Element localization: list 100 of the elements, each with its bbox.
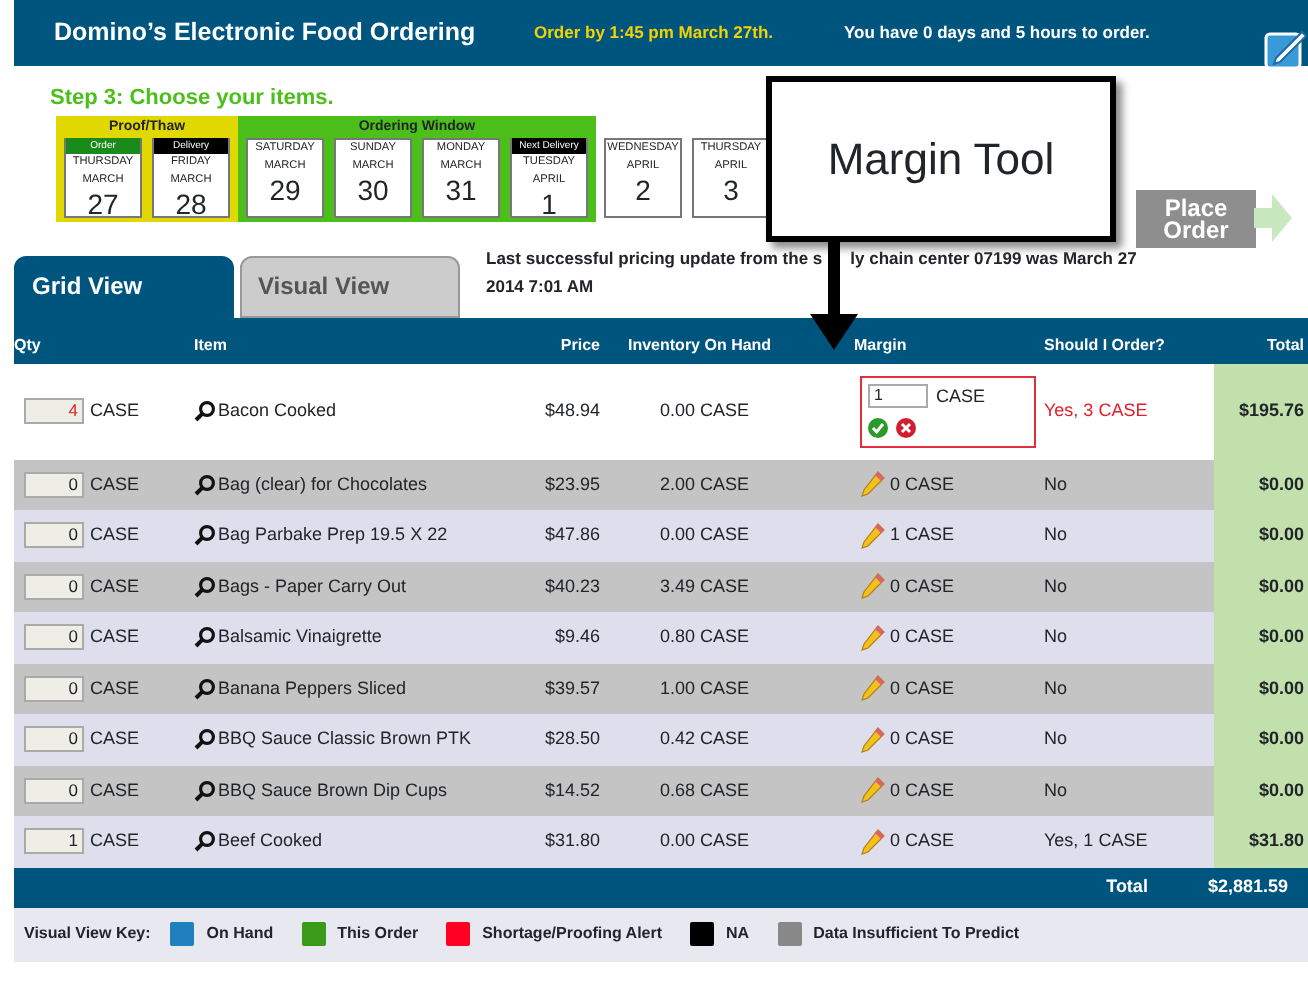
qty-field[interactable]: 0 bbox=[24, 522, 84, 549]
close-icon[interactable] bbox=[896, 418, 916, 438]
item-name: Bag (clear) for Chocolates bbox=[218, 471, 428, 498]
item-name: Bag Parbake Prep 19.5 X 22 bbox=[218, 522, 448, 548]
qty-field[interactable]: 0 bbox=[24, 624, 84, 651]
margin-value: 0 CASE bbox=[890, 777, 955, 803]
search-icon[interactable] bbox=[194, 524, 216, 547]
unit-label: CASE bbox=[90, 522, 140, 548]
qty-field[interactable]: 4 bbox=[24, 398, 84, 424]
legend-label: This Order bbox=[337, 922, 419, 946]
inventory-cell-text: 0.42 CASE bbox=[658, 726, 752, 752]
total-cell: $31.80 bbox=[1214, 816, 1308, 867]
total-cell: $0.00 bbox=[1214, 561, 1308, 612]
price-cell-text: $9.46 bbox=[552, 624, 602, 650]
search-icon[interactable] bbox=[194, 830, 216, 853]
search-icon[interactable] bbox=[194, 400, 216, 422]
item-name: Banana Peppers Sliced bbox=[218, 675, 407, 702]
item-name: Beef Cooked bbox=[218, 828, 323, 854]
edit-icon[interactable] bbox=[1264, 26, 1308, 70]
search-icon[interactable] bbox=[194, 677, 216, 700]
price-cell-text: $39.57 bbox=[542, 675, 602, 701]
legend-label: Data Insufficient To Predict bbox=[813, 922, 1020, 946]
view-tab[interactable]: Grid View bbox=[14, 255, 234, 317]
inventory-cell-text: 1.00 CASE bbox=[658, 675, 752, 701]
unit-label: CASE bbox=[90, 573, 140, 599]
inventory-cell-text: 3.49 CASE bbox=[658, 573, 752, 599]
countdown-text: You have 0 days and 5 hours to order. bbox=[844, 20, 1150, 46]
unit-label: CASE bbox=[90, 675, 140, 701]
unit-label: CASE bbox=[90, 624, 140, 650]
price-cell-text: $40.23 bbox=[542, 573, 602, 599]
item-name: BBQ Sauce Classic Brown PTK bbox=[218, 726, 472, 752]
margin-value: 0 CASE bbox=[890, 726, 955, 752]
app-title: Domino’s Electronic Food Ordering bbox=[54, 16, 478, 51]
unit-label: CASE bbox=[90, 777, 140, 803]
update-note: Last successful pricing update from the s bbox=[486, 247, 823, 267]
pencil-icon[interactable] bbox=[860, 827, 886, 856]
total-cell: $0.00 bbox=[1214, 459, 1308, 510]
qty-field[interactable]: 0 bbox=[24, 675, 84, 702]
margin-value: 0 CASE bbox=[890, 675, 955, 701]
unit-label: CASE bbox=[90, 471, 140, 497]
step-heading: Step 3: Choose your items. bbox=[50, 84, 336, 114]
pencil-icon[interactable] bbox=[860, 623, 886, 652]
total-cell: $0.00 bbox=[1214, 612, 1308, 663]
inventory-cell-text: 0.00 CASE bbox=[658, 397, 752, 424]
order-suggestion: No bbox=[1044, 624, 1070, 650]
total-label: Total bbox=[1106, 873, 1148, 900]
qty-field[interactable]: 0 bbox=[24, 726, 84, 753]
order-suggestion: No bbox=[1044, 471, 1070, 497]
price-cell-text: $47.86 bbox=[542, 522, 602, 548]
search-icon[interactable] bbox=[194, 473, 216, 496]
inventory-cell-text: 0.00 CASE bbox=[658, 522, 752, 548]
qty-field[interactable]: 0 bbox=[24, 573, 84, 600]
unit-label: CASE bbox=[90, 828, 140, 854]
search-icon[interactable] bbox=[194, 575, 216, 598]
search-icon[interactable] bbox=[194, 626, 216, 649]
pencil-icon[interactable] bbox=[860, 521, 886, 550]
margin-value: 0 CASE bbox=[890, 624, 955, 650]
margin-value: 0 CASE bbox=[890, 828, 955, 854]
unit-label: CASE bbox=[90, 726, 140, 752]
margin-input[interactable]: 1 bbox=[868, 384, 928, 409]
search-icon[interactable] bbox=[194, 779, 216, 802]
total-cell: $195.76 bbox=[1214, 363, 1308, 459]
item-name: Balsamic Vinaigrette bbox=[218, 624, 382, 650]
update-note: 2014 7:01 AM bbox=[486, 273, 594, 299]
margin-unit: CASE bbox=[936, 383, 986, 409]
total-cell: $0.00 bbox=[1214, 765, 1308, 816]
order-suggestion: No bbox=[1044, 777, 1070, 803]
legend-label: On Hand bbox=[206, 922, 274, 946]
qty-field[interactable]: 0 bbox=[24, 471, 84, 498]
legend-label: Shortage/Proofing Alert bbox=[482, 922, 663, 946]
total-cell: $0.00 bbox=[1214, 510, 1308, 561]
total-cell: $0.00 bbox=[1214, 663, 1308, 714]
item-name: BBQ Sauce Brown Dip Cups bbox=[218, 777, 448, 804]
inventory-cell-text: 0.80 CASE bbox=[658, 624, 752, 650]
legend-label: NA bbox=[726, 922, 750, 946]
order-suggestion: Yes, 3 CASE bbox=[1044, 397, 1150, 424]
qty-field[interactable]: 1 bbox=[24, 828, 84, 855]
margin-value: 0 CASE bbox=[890, 573, 955, 599]
view-tab[interactable]: Visual View bbox=[240, 255, 460, 317]
arrow-right-icon bbox=[1254, 192, 1294, 244]
margin-value: 0 CASE bbox=[890, 471, 955, 497]
search-icon[interactable] bbox=[194, 728, 216, 751]
confirm-icon[interactable] bbox=[868, 418, 888, 438]
pencil-icon[interactable] bbox=[860, 725, 886, 754]
price-cell-text: $28.50 bbox=[542, 726, 602, 752]
callout-box: Margin Tool bbox=[766, 76, 1116, 242]
order-suggestion: Yes, 1 CASE bbox=[1044, 828, 1150, 854]
qty-field[interactable]: 0 bbox=[24, 777, 84, 804]
order-suggestion: No bbox=[1044, 573, 1070, 599]
inventory-cell-text: 0.00 CASE bbox=[658, 828, 752, 854]
order-suggestion: No bbox=[1044, 675, 1070, 701]
item-name: Bacon Cooked bbox=[218, 397, 337, 424]
order-deadline: Order by 1:45 pm March 27th. bbox=[534, 20, 776, 46]
inventory-cell-text: 0.68 CASE bbox=[658, 777, 752, 803]
update-note: ly chain center 07199 was March 27 bbox=[850, 247, 1137, 267]
price-cell-text: $48.94 bbox=[542, 397, 602, 424]
table-header: Qty Item Price Inventory On Hand Margin Should I Order? Total bbox=[14, 317, 1308, 363]
order-suggestion: No bbox=[1044, 522, 1070, 548]
price-cell-text: $23.95 bbox=[542, 471, 602, 497]
unit-label: CASE bbox=[90, 397, 140, 424]
